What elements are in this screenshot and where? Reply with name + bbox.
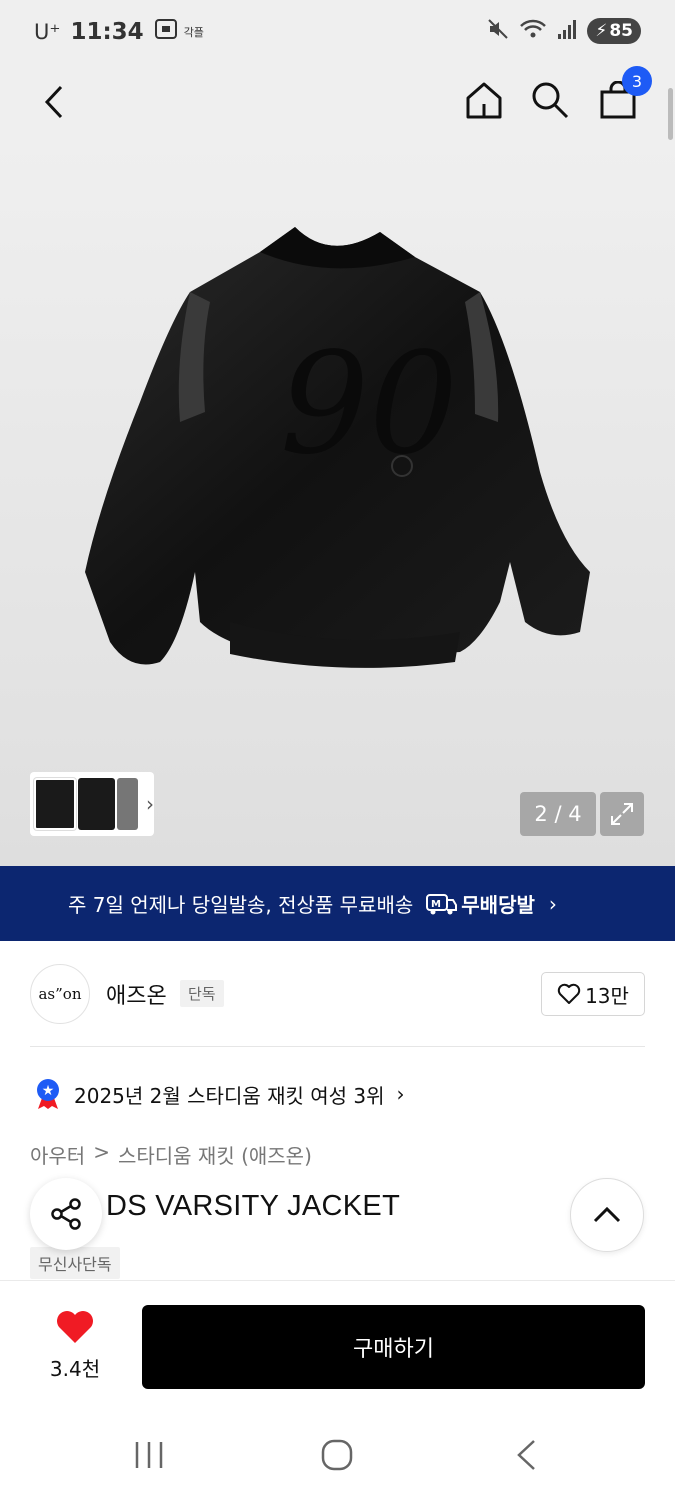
- breadcrumb: 아우터 > 스타디움 재킷 (애즈온): [30, 1140, 312, 1169]
- product-image-gallery[interactable]: 90 › 2 / 4: [0, 142, 675, 866]
- thumbnail-3[interactable]: [116, 778, 139, 830]
- breadcrumb-separator: >: [93, 1140, 110, 1164]
- brand-like-count: 13만: [585, 983, 629, 1008]
- ranking-badge-icon: ★: [37, 1079, 59, 1109]
- exclusive-badge: 단독: [180, 980, 224, 1007]
- bottom-action-bar: 3.4천 구매하기: [0, 1280, 675, 1408]
- brand-row: as”on 애즈온 단독 13만: [30, 964, 645, 1024]
- back-nav-button[interactable]: [514, 1438, 538, 1476]
- wifi-icon: [519, 18, 547, 44]
- battery-level: 85: [609, 21, 633, 41]
- thumbnail-strip[interactable]: ›: [30, 772, 154, 836]
- home-circle-icon: [321, 1439, 353, 1471]
- svg-text:90: 90: [280, 323, 458, 486]
- status-right: ⚡ 85: [487, 18, 641, 44]
- chevron-right-icon: ›: [548, 891, 557, 916]
- banner-tag: M 무배당발: [425, 889, 535, 918]
- back-nav-icon: [517, 1440, 535, 1470]
- search-icon: [532, 82, 569, 119]
- product-title-text: DS VARSITY JACKET: [106, 1190, 401, 1222]
- home-nav-button[interactable]: [320, 1438, 354, 1476]
- chevron-right-icon: ›: [396, 1082, 405, 1106]
- svg-text:M: M: [431, 899, 441, 910]
- share-icon: [51, 1198, 81, 1230]
- chevron-up-icon: [593, 1206, 621, 1223]
- recent-apps-icon: [135, 1442, 163, 1468]
- thumbnail-1[interactable]: [34, 778, 77, 830]
- brand-name[interactable]: 애즈온: [106, 978, 167, 1010]
- battery-indicator: ⚡ 85: [587, 18, 641, 44]
- ranking-row[interactable]: ★ 2025년 2월 스타디움 재킷 여성 3위 ›: [34, 1078, 405, 1110]
- signal-icon: [557, 18, 577, 44]
- heart-filled-icon: [57, 1311, 93, 1343]
- heart-outline-icon: [557, 983, 581, 1004]
- clock: 11:34: [70, 19, 144, 45]
- top-nav: 3: [0, 62, 675, 142]
- brand-like-button[interactable]: 13만: [541, 972, 645, 1016]
- scroll-to-top-button[interactable]: [570, 1178, 644, 1252]
- expand-image-button[interactable]: [600, 792, 644, 836]
- cart-count-badge: 3: [622, 66, 652, 96]
- home-icon: [466, 82, 502, 119]
- shipping-banner[interactable]: 주 7일 언제나 당일발송, 전상품 무료배송 M 무배당발 ›: [0, 866, 675, 941]
- cart-button[interactable]: 3: [598, 66, 652, 120]
- product-image: 90: [85, 227, 590, 668]
- share-button[interactable]: [30, 1178, 102, 1250]
- buy-button[interactable]: 구매하기: [142, 1305, 645, 1389]
- thumbnail-2[interactable]: [78, 778, 115, 830]
- brand-logo[interactable]: as”on: [30, 964, 90, 1024]
- chevron-right-icon[interactable]: ›: [146, 792, 154, 816]
- banner-tag-label: 무배당발: [461, 893, 535, 917]
- musinsa-exclusive-badge: 무신사단독: [30, 1247, 120, 1279]
- svg-text:★: ★: [42, 1083, 55, 1099]
- charging-icon: ⚡: [595, 21, 608, 41]
- search-button[interactable]: [528, 78, 572, 122]
- status-bar: U⁺ 11:34 각플 ⚡ 85: [0, 0, 675, 62]
- wishlist-button[interactable]: 3.4천: [30, 1309, 120, 1382]
- screenshot-icon: [154, 18, 178, 46]
- divider: [30, 1046, 645, 1047]
- back-button[interactable]: [38, 82, 70, 122]
- breadcrumb-subcategory[interactable]: 스타디움 재킷 (애즈온): [118, 1140, 312, 1169]
- home-button[interactable]: [462, 78, 506, 122]
- mute-icon: [487, 18, 509, 44]
- wishlist-count: 3.4천: [49, 1357, 101, 1381]
- page-scrollbar[interactable]: [668, 88, 673, 140]
- status-extra-label: 각플: [183, 26, 204, 39]
- carrier-label: U⁺: [34, 20, 61, 44]
- back-arrow-icon: [44, 85, 63, 119]
- breadcrumb-category[interactable]: 아우터: [30, 1140, 85, 1169]
- system-navigation-bar: [0, 1408, 675, 1500]
- ranking-text: 2025년 2월 스타디움 재킷 여성 3위: [74, 1083, 385, 1108]
- image-page-counter: 2 / 4: [520, 792, 596, 836]
- expand-icon: [611, 803, 633, 825]
- delivery-truck-icon: M: [426, 893, 458, 914]
- banner-text: 주 7일 언제나 당일발송, 전상품 무료배송: [68, 893, 414, 917]
- status-left: U⁺ 11:34 각플: [34, 18, 204, 46]
- recent-apps-button[interactable]: [132, 1440, 166, 1474]
